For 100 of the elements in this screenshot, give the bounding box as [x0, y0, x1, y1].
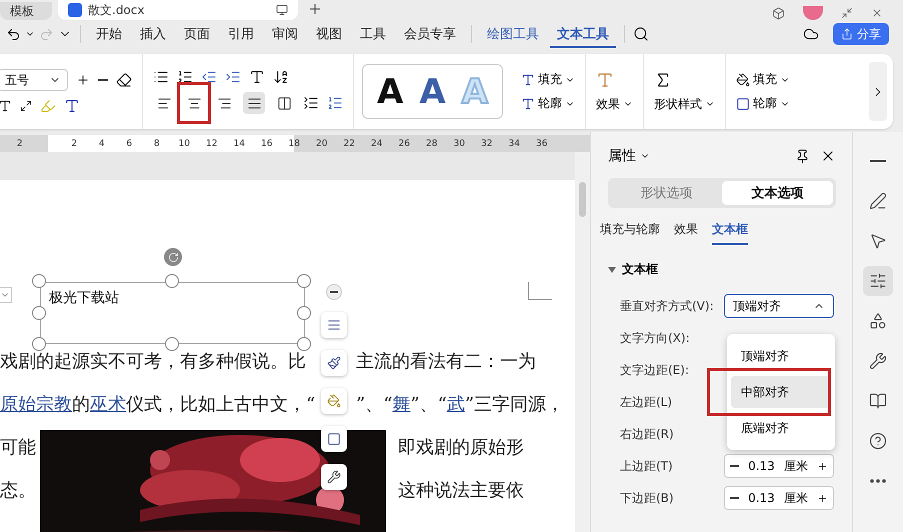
- shapes-icon: [869, 312, 887, 330]
- brush-icon: [327, 356, 341, 370]
- numbered-list-icon: [177, 69, 193, 85]
- menu-tab[interactable]: 开始: [89, 20, 129, 48]
- highlighter-icon: [40, 98, 56, 114]
- minus-icon: [730, 497, 739, 499]
- text-link[interactable]: 舞: [392, 392, 410, 416]
- rotate-icon: [168, 252, 178, 262]
- resize-handle[interactable]: [165, 337, 179, 351]
- resize-handle[interactable]: [32, 337, 46, 351]
- indent-increase-icon: [225, 69, 241, 85]
- expand-icon[interactable]: [608, 266, 616, 272]
- paragraph-text: 仪式，比如上古中文，“: [126, 392, 316, 416]
- book-icon: [869, 392, 887, 410]
- align-icon: [186, 96, 202, 110]
- field-label: 上边距(T): [620, 458, 674, 474]
- scrollbar-thumb[interactable]: [579, 182, 586, 217]
- menu-tab[interactable]: 会员专享: [397, 20, 463, 48]
- text-style-option[interactable]: A: [419, 72, 446, 112]
- resize-handle[interactable]: [32, 306, 46, 320]
- margin-spinner[interactable]: 0.13 厘米: [724, 486, 834, 510]
- menu-tab[interactable]: 文本工具: [550, 20, 616, 48]
- segment-tab[interactable]: 形状选项: [611, 181, 722, 205]
- text-link[interactable]: 巫术: [90, 392, 126, 416]
- menu-tab[interactable]: 审阅: [265, 20, 305, 48]
- search-icon: [633, 26, 649, 42]
- shape-outline-button[interactable]: 轮廓: [736, 95, 790, 112]
- menu-tab[interactable]: 插入: [133, 20, 173, 48]
- dropdown-option[interactable]: 顶端对齐: [731, 340, 831, 372]
- align-button[interactable]: [243, 92, 265, 114]
- more-icon: [870, 479, 886, 483]
- paragraph-text: 可能: [0, 436, 36, 458]
- panel-tab[interactable]: 填充与轮廓: [600, 221, 660, 245]
- text-style-option[interactable]: A: [377, 72, 404, 112]
- field-label: 垂直对齐方式(V):: [620, 298, 715, 314]
- avatar[interactable]: [803, 6, 823, 20]
- ruler[interactable]: 2 2 4 6 8 10 12 14 16 18 20 22 24 26 28 30 32 34 36: [0, 135, 590, 152]
- field-label: 文字方向(X):: [620, 330, 691, 346]
- text-outline-button[interactable]: 轮廓: [520, 95, 575, 112]
- text-style-gallery[interactable]: A A A: [362, 64, 503, 119]
- panel-title[interactable]: 属性: [608, 147, 650, 165]
- paragraph-text: 的: [72, 392, 90, 416]
- dropdown-option[interactable]: 底端对齐: [731, 412, 831, 444]
- plus-icon: [307, 1, 323, 17]
- outline-button[interactable]: [321, 426, 347, 452]
- vertical-align-select[interactable]: 顶端对齐: [724, 294, 834, 318]
- cloud-icon: [803, 26, 819, 42]
- menu-tab[interactable]: 工具: [353, 20, 393, 48]
- text-link[interactable]: 武: [446, 392, 465, 416]
- menu-tab[interactable]: 页面: [177, 20, 217, 48]
- brush-button[interactable]: [321, 350, 347, 376]
- paragraph-text: ”、“: [356, 392, 392, 416]
- font-size-select[interactable]: 五号: [0, 69, 68, 91]
- paragraph-text: 戏剧的起源实不可考，有多种假说。比: [0, 350, 306, 372]
- align-icon: [276, 96, 292, 110]
- shape-style-button[interactable]: 形状样式: [654, 96, 715, 112]
- sort-icon: [273, 69, 289, 85]
- text-link[interactable]: 原始宗教: [0, 392, 72, 416]
- pin-icon: [795, 148, 810, 164]
- bucket-icon: [327, 394, 341, 408]
- resize-handle[interactable]: [32, 274, 46, 288]
- dropdown-option[interactable]: 中部对齐: [731, 376, 831, 408]
- text-effect-button[interactable]: 效果: [596, 96, 633, 112]
- undo-icon: [6, 26, 21, 42]
- panel-tab[interactable]: 效果: [674, 221, 698, 245]
- bucket-icon: [736, 72, 750, 86]
- minus-icon: [730, 465, 739, 467]
- share-icon: [841, 28, 853, 40]
- document-tab[interactable]: 散文.docx: [58, 0, 298, 20]
- text-fill-button[interactable]: 填充: [520, 71, 575, 88]
- field-label: 文字边距(E):: [620, 362, 690, 378]
- minus-icon: [870, 160, 886, 162]
- paragraph-text: 态。: [0, 478, 36, 502]
- collapse-button[interactable]: [326, 284, 342, 300]
- field-label: 右边距(R): [620, 426, 675, 442]
- wrap-text-button[interactable]: [321, 312, 347, 338]
- segment-tab[interactable]: 文本选项: [722, 181, 833, 205]
- pen-icon: [869, 192, 887, 210]
- share-button[interactable]: 分享: [833, 23, 889, 45]
- menu-tab[interactable]: 引用: [221, 20, 261, 48]
- lines-icon: [327, 318, 341, 332]
- resize-handle[interactable]: [297, 337, 311, 351]
- margin-spinner[interactable]: 0.13 厘米: [724, 454, 834, 478]
- document-tab[interactable]: 模板: [0, 2, 52, 20]
- panel-tab[interactable]: 文本框: [712, 221, 748, 245]
- settings-icon: [869, 272, 887, 290]
- resize-handle[interactable]: [165, 274, 179, 288]
- layout-option-button[interactable]: [0, 287, 12, 303]
- rotate-handle[interactable]: [164, 248, 182, 266]
- shape-fill-button[interactable]: 填充: [736, 71, 790, 88]
- paragraph-text: 这种说法主要依: [398, 478, 524, 502]
- section-title: 文本框: [622, 261, 658, 278]
- resize-handle[interactable]: [297, 274, 311, 288]
- menu-tab[interactable]: 绘图工具: [480, 20, 546, 48]
- cube-icon: [772, 6, 785, 20]
- resize-handle[interactable]: [297, 306, 311, 320]
- wrench-icon: [327, 470, 341, 484]
- fill-button[interactable]: [321, 388, 347, 414]
- tools-button[interactable]: [321, 464, 347, 490]
- menu-tab[interactable]: 视图: [309, 20, 349, 48]
